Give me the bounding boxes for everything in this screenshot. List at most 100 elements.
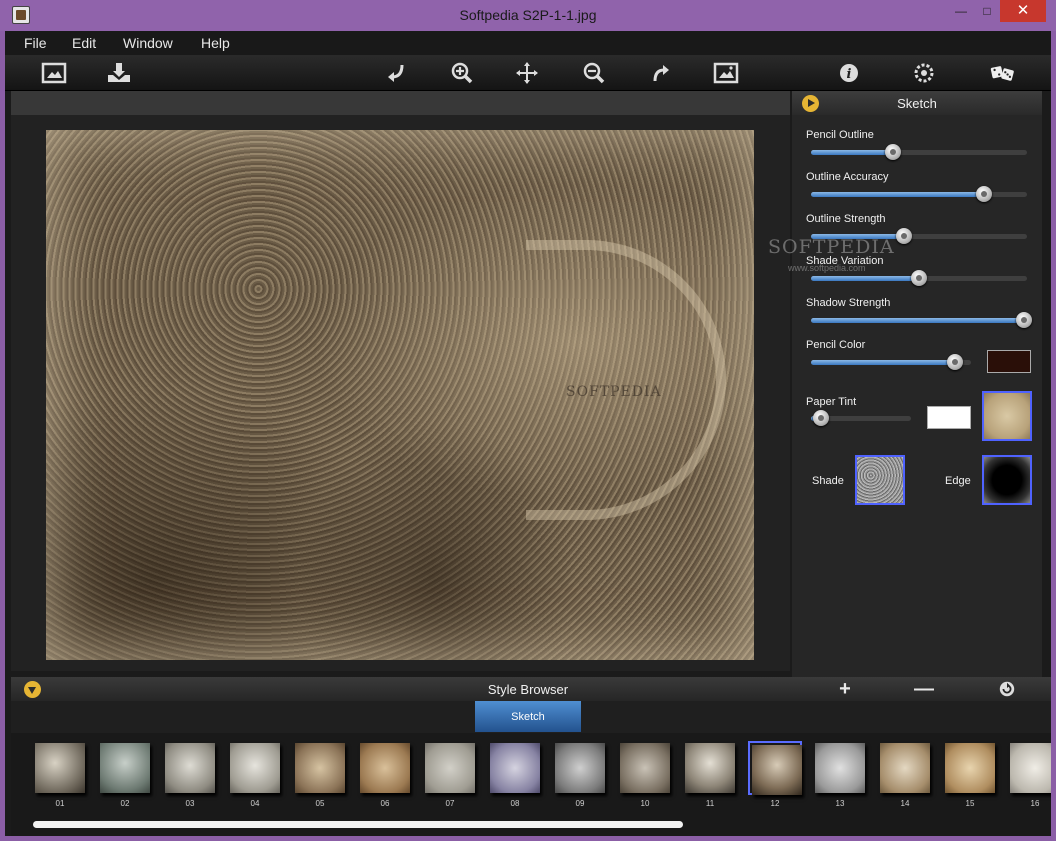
outline-strength-slider[interactable] [811, 228, 1027, 244]
info-icon[interactable]: i [834, 59, 864, 87]
open-image-icon[interactable] [39, 59, 69, 87]
style-thumb-image [1010, 743, 1051, 793]
maximize-button[interactable]: □ [974, 0, 1000, 22]
panel-title: Sketch [897, 96, 937, 111]
pencil-color-label: Pencil Color [806, 339, 866, 351]
style-browser-title: Style Browser [487, 682, 569, 697]
slider-knob[interactable] [975, 186, 992, 202]
horizontal-scrollbar[interactable] [33, 821, 683, 828]
style-browser-header: Style Browser + — [11, 677, 1051, 701]
style-thumb-number: 14 [900, 799, 910, 808]
style-thumb-number: 15 [965, 799, 975, 808]
style-thumb-image [35, 743, 85, 793]
style-thumb-image [815, 743, 865, 793]
style-thumb-number: 09 [575, 799, 585, 808]
shadow-strength-label: Shadow Strength [806, 297, 891, 309]
style-thumb-15[interactable] [943, 741, 997, 795]
tab-sketch[interactable]: Sketch [475, 701, 581, 732]
sketch-preview-image[interactable]: SOFTPEDIA [46, 130, 754, 660]
style-thumb-number: 01 [55, 799, 65, 808]
style-thumb-number: 12 [770, 799, 780, 808]
paper-tint-slider[interactable] [811, 410, 911, 426]
pan-icon[interactable] [512, 59, 542, 87]
sketch-stroke [526, 240, 726, 520]
style-thumb-10[interactable] [618, 741, 672, 795]
style-thumb-number: 02 [120, 799, 130, 808]
remove-style-icon[interactable]: — [913, 678, 935, 700]
undo-icon[interactable] [382, 59, 412, 87]
slider-knob[interactable] [895, 228, 912, 244]
style-thumb-04[interactable] [228, 741, 282, 795]
save-icon[interactable] [104, 59, 134, 87]
shade-texture-thumb[interactable] [855, 455, 905, 505]
style-thumb-number: 13 [835, 799, 845, 808]
style-thumb-13[interactable] [813, 741, 867, 795]
style-thumb-image [295, 743, 345, 793]
style-thumb-12[interactable] [748, 741, 802, 795]
menu-file[interactable]: File [24, 35, 47, 51]
style-thumb-01[interactable] [33, 741, 87, 795]
image-canvas[interactable]: SOFTPEDIA [11, 115, 790, 671]
pencil-outline-label: Pencil Outline [806, 129, 874, 141]
style-thumb-number: 16 [1030, 799, 1040, 808]
style-thumb-number: 03 [185, 799, 195, 808]
menu-window[interactable]: Window [123, 35, 173, 51]
style-thumb-03[interactable] [163, 741, 217, 795]
fit-image-icon[interactable] [711, 59, 741, 87]
style-thumb-number: 11 [705, 799, 715, 808]
slider-knob[interactable] [911, 270, 927, 286]
toolbar: i [5, 55, 1051, 91]
style-thumb-image [880, 743, 930, 793]
style-thumb-05[interactable] [293, 741, 347, 795]
style-thumb-number: 04 [250, 799, 260, 808]
add-style-icon[interactable]: + [834, 678, 856, 700]
client-area: File Edit Window Help i SOFTPEDIA Sketch… [5, 31, 1051, 836]
zoom-out-icon[interactable] [579, 59, 609, 87]
pencil-color-slider[interactable] [811, 354, 971, 370]
edge-texture-thumb[interactable] [982, 455, 1032, 505]
style-thumb-image [360, 743, 410, 793]
style-thumb-08[interactable] [488, 741, 542, 795]
style-thumb-16[interactable] [1008, 741, 1051, 795]
shadow-strength-slider[interactable] [811, 312, 1032, 328]
slider-knob[interactable] [885, 144, 902, 160]
paper-texture-thumb[interactable] [982, 391, 1032, 441]
shade-variation-slider[interactable] [811, 270, 1027, 286]
style-tabs: Sketch [11, 701, 1051, 733]
style-thumb-image [165, 743, 215, 793]
slider-knob[interactable] [947, 354, 963, 370]
outline-accuracy-slider[interactable] [811, 186, 1027, 202]
sketch-panel: Sketch SOFTPEDIA www.softpedia.com Penci… [768, 91, 1042, 677]
style-thumb-02[interactable] [98, 741, 152, 795]
style-thumb-11[interactable] [683, 741, 737, 795]
settings-icon[interactable] [909, 59, 939, 87]
zoom-in-icon[interactable] [447, 59, 477, 87]
paper-tint-label: Paper Tint [806, 396, 857, 408]
menu-bar: File Edit Window Help [5, 31, 1051, 55]
title-bar: Softpedia S2P-1-1.jpg — □ ✕ [0, 0, 1056, 31]
menu-help[interactable]: Help [201, 35, 230, 51]
style-thumb-image [620, 743, 670, 793]
minimize-button[interactable]: — [948, 0, 974, 22]
paper-tint-swatch[interactable] [927, 406, 971, 429]
pencil-outline-slider[interactable] [811, 144, 1027, 160]
style-thumb-09[interactable] [553, 741, 607, 795]
style-thumb-image [555, 743, 605, 793]
reset-icon[interactable] [996, 678, 1018, 700]
style-thumb-image [100, 743, 150, 793]
style-thumb-image [752, 745, 802, 795]
slider-knob[interactable] [1016, 312, 1032, 328]
pencil-color-swatch[interactable] [987, 350, 1031, 373]
outline-strength-label: Outline Strength [806, 213, 886, 225]
app-window: Softpedia S2P-1-1.jpg — □ ✕ File Edit Wi… [0, 0, 1056, 841]
menu-edit[interactable]: Edit [72, 35, 96, 51]
redo-icon[interactable] [645, 59, 675, 87]
style-thumb-06[interactable] [358, 741, 412, 795]
close-button[interactable]: ✕ [1000, 0, 1046, 22]
svg-text:i: i [847, 67, 852, 82]
style-thumb-14[interactable] [878, 741, 932, 795]
style-thumb-07[interactable] [423, 741, 477, 795]
slider-knob[interactable] [813, 410, 829, 426]
style-thumb-image [490, 743, 540, 793]
random-dice-icon[interactable] [985, 59, 1021, 87]
